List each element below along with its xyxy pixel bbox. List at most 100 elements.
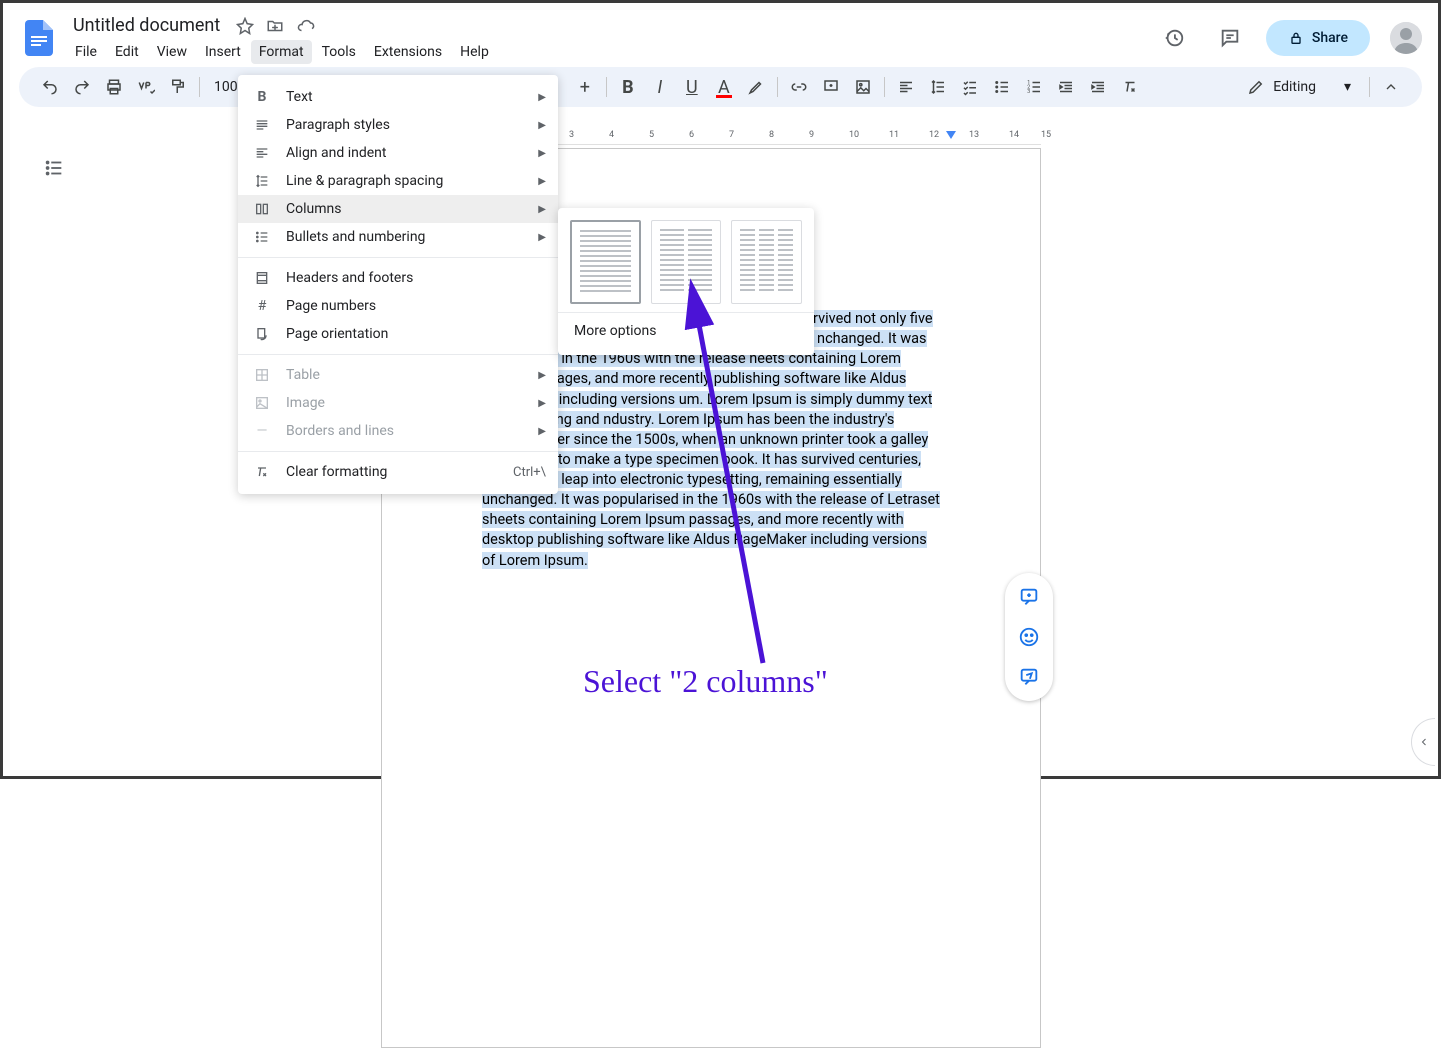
submenu-arrow-icon: ▶ <box>538 398 546 409</box>
menu-separator <box>238 354 558 355</box>
bold-icon: B <box>250 89 274 105</box>
link-button[interactable] <box>784 72 814 102</box>
add-comment-floating-button[interactable] <box>1011 579 1047 615</box>
paint-format-button[interactable] <box>163 72 193 102</box>
avatar[interactable] <box>1390 22 1422 54</box>
menu-item-page-numbers[interactable]: # Page numbers <box>238 292 558 320</box>
image-icon <box>250 395 274 411</box>
hash-icon: # <box>250 298 274 314</box>
add-emoji-button[interactable] <box>1011 619 1047 655</box>
menu-format[interactable]: Format <box>251 40 312 64</box>
numbered-list-button[interactable]: 123 <box>1019 72 1049 102</box>
menu-item-headers-footers[interactable]: Headers and footers <box>238 264 558 292</box>
italic-button[interactable]: I <box>645 72 675 102</box>
text-color-button[interactable]: A <box>709 72 739 102</box>
side-panel-collapse-button[interactable] <box>1411 718 1435 766</box>
separator <box>199 77 200 97</box>
column-option-3[interactable] <box>731 220 802 304</box>
header-footer-icon <box>250 270 274 286</box>
submenu-arrow-icon: ▶ <box>538 370 546 381</box>
column-option-1[interactable] <box>570 220 641 304</box>
line-spacing-icon <box>250 173 274 189</box>
move-icon[interactable] <box>266 17 284 35</box>
list-icon <box>250 229 274 245</box>
column-option-2[interactable] <box>651 220 722 304</box>
orientation-icon <box>250 326 274 342</box>
outline-toggle-button[interactable] <box>39 153 69 183</box>
format-menu-dropdown: B Text ▶ Paragraph styles ▶ Align and in… <box>238 75 558 494</box>
submenu-arrow-icon: ▶ <box>538 120 546 131</box>
menu-item-table: Table ▶ <box>238 361 558 389</box>
submenu-arrow-icon: ▶ <box>538 176 546 187</box>
borders-icon: — <box>250 423 274 439</box>
menu-item-columns[interactable]: Columns ▶ <box>238 195 558 223</box>
menu-item-page-orientation[interactable]: Page orientation <box>238 320 558 348</box>
menu-item-borders-lines: — Borders and lines ▶ <box>238 417 558 445</box>
menu-help[interactable]: Help <box>452 40 497 64</box>
right-indent-marker[interactable] <box>946 131 956 139</box>
decrease-indent-button[interactable] <box>1051 72 1081 102</box>
pencil-icon <box>1247 78 1265 96</box>
separator <box>777 77 778 97</box>
menu-item-text[interactable]: B Text ▶ <box>238 83 558 111</box>
share-button[interactable]: Share <box>1266 20 1370 56</box>
line-spacing-button[interactable] <box>923 72 953 102</box>
undo-button[interactable] <box>35 72 65 102</box>
increase-font-button[interactable]: + <box>570 72 600 102</box>
floating-tools <box>1005 573 1053 701</box>
bulleted-list-button[interactable] <box>987 72 1017 102</box>
highlight-button[interactable] <box>741 72 771 102</box>
clear-format-button[interactable] <box>1115 72 1145 102</box>
spellcheck-button[interactable] <box>131 72 161 102</box>
header-bar: Untitled document File Edit View Insert … <box>3 3 1438 67</box>
more-options-item[interactable]: More options <box>570 313 802 343</box>
underline-button[interactable]: U <box>677 72 707 102</box>
star-icon[interactable] <box>236 17 254 35</box>
cloud-status-icon[interactable] <box>296 17 316 35</box>
menu-item-paragraph-styles[interactable]: Paragraph styles ▶ <box>238 111 558 139</box>
insert-image-button[interactable] <box>848 72 878 102</box>
shortcut-label: Ctrl+\ <box>513 465 546 480</box>
menu-view[interactable]: View <box>149 40 195 64</box>
menu-edit[interactable]: Edit <box>107 40 147 64</box>
increase-indent-button[interactable] <box>1083 72 1113 102</box>
menu-extensions[interactable]: Extensions <box>366 40 450 64</box>
align-button[interactable] <box>891 72 921 102</box>
add-comment-button[interactable] <box>816 72 846 102</box>
menu-item-clear-formatting[interactable]: Clear formatting Ctrl+\ <box>238 458 558 486</box>
menu-item-align-indent[interactable]: Align and indent ▶ <box>238 139 558 167</box>
menu-file[interactable]: File <box>67 40 105 64</box>
editing-mode-label: Editing <box>1273 79 1316 95</box>
columns-icon <box>250 201 274 217</box>
bold-button[interactable]: B <box>613 72 643 102</box>
submenu-arrow-icon: ▶ <box>538 204 546 215</box>
editing-mode-select[interactable]: Editing ▾ <box>1235 78 1363 96</box>
submenu-arrow-icon: ▶ <box>538 148 546 159</box>
submenu-arrow-icon: ▶ <box>538 92 546 103</box>
document-title[interactable]: Untitled document <box>67 13 226 38</box>
menu-item-image: Image ▶ <box>238 389 558 417</box>
menu-tools[interactable]: Tools <box>314 40 364 64</box>
columns-submenu: More options <box>558 208 814 355</box>
docs-logo[interactable] <box>19 18 59 58</box>
menubar: File Edit View Insert Format Tools Exten… <box>67 40 1154 64</box>
separator <box>884 77 885 97</box>
collapse-toolbar-button[interactable] <box>1376 79 1406 95</box>
menu-item-line-spacing[interactable]: Line & paragraph spacing ▶ <box>238 167 558 195</box>
menu-separator <box>238 451 558 452</box>
menu-insert[interactable]: Insert <box>197 40 249 64</box>
align-icon <box>250 145 274 161</box>
history-icon[interactable] <box>1154 18 1194 58</box>
menu-separator <box>238 257 558 258</box>
comments-icon[interactable] <box>1210 18 1250 58</box>
checklist-button[interactable] <box>955 72 985 102</box>
toolbar: 100% + B I U A 123 Editing ▾ <box>19 67 1422 107</box>
print-button[interactable] <box>99 72 129 102</box>
title-area: Untitled document File Edit View Insert … <box>67 13 1154 64</box>
separator <box>606 77 607 97</box>
svg-text:3: 3 <box>1027 89 1030 95</box>
menu-item-bullets-numbering[interactable]: Bullets and numbering ▶ <box>238 223 558 251</box>
horizontal-ruler[interactable]: 3 4 5 6 7 8 9 10 11 12 13 14 15 <box>3 127 1438 145</box>
redo-button[interactable] <box>67 72 97 102</box>
suggest-edits-button[interactable] <box>1011 659 1047 695</box>
